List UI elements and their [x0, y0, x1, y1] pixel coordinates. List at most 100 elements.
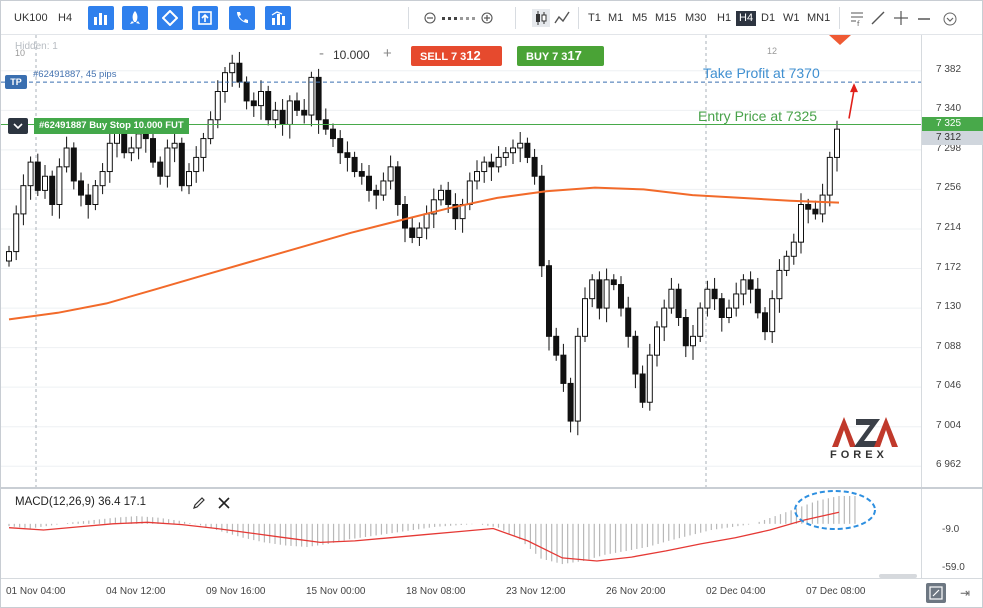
- lot-size-value[interactable]: 10.000: [333, 48, 370, 62]
- candle: [222, 67, 228, 103]
- macd-axis-label: -59.0: [942, 562, 965, 574]
- entry-price-annotation: Entry Price at 7325: [698, 108, 818, 124]
- sell-price-small: 7 3: [450, 51, 467, 63]
- candle: [193, 146, 200, 183]
- candle: [718, 293, 725, 332]
- stats-button[interactable]: [265, 6, 291, 30]
- price-axis[interactable]: 7 382 7 340 7 298 7 256 7 214 7 172 7 130 7 088…: [921, 35, 983, 487]
- candle: [366, 164, 372, 202]
- candle: [92, 180, 99, 211]
- price-axis-label: 7 088: [936, 340, 962, 352]
- candle: [416, 222, 423, 246]
- price-axis-label: 7 172: [936, 261, 962, 273]
- bar-chart-icon: [94, 13, 107, 25]
- buy-price-big: 17: [567, 48, 582, 63]
- lot-plus-button[interactable]: +: [383, 45, 392, 62]
- candle: [157, 156, 164, 185]
- candle: [726, 299, 732, 324]
- candle: [452, 193, 459, 230]
- candle: [546, 260, 552, 351]
- candle: [488, 153, 495, 181]
- candle: [128, 136, 135, 162]
- phone-button[interactable]: [229, 6, 255, 30]
- lot-minus-button[interactable]: -: [319, 45, 324, 62]
- price-axis-label: 7 046: [936, 380, 962, 392]
- scale-icon[interactable]: [918, 15, 930, 23]
- candle: [20, 174, 27, 226]
- candle: [200, 132, 207, 172]
- chevron-down-icon[interactable]: [943, 12, 957, 26]
- entry-price-tag: 7 325: [922, 117, 983, 132]
- price-axis-label: 7 340: [936, 103, 962, 115]
- bar-chart-button[interactable]: [88, 6, 114, 30]
- buy-button[interactable]: BUY 7 317: [517, 46, 604, 66]
- price-axis-label: 6 962: [936, 459, 962, 471]
- buy-label: BUY: [526, 51, 550, 63]
- candle: [301, 99, 308, 124]
- take-profit-tag[interactable]: TP: [5, 75, 27, 89]
- crosshair-icon[interactable]: [894, 11, 908, 25]
- candle: [596, 271, 603, 320]
- candle: [553, 327, 560, 361]
- timeframe-d1[interactable]: D1: [761, 12, 775, 24]
- timeframe-m30[interactable]: M30: [685, 12, 706, 24]
- timeframe-h1[interactable]: H1: [717, 12, 731, 24]
- sell-price-big: 12: [466, 48, 481, 63]
- timeframe-t1[interactable]: T1: [588, 12, 601, 24]
- candle: [733, 282, 740, 317]
- pencil-icon[interactable]: [192, 496, 206, 510]
- timeframe-mn1[interactable]: MN1: [807, 12, 830, 24]
- price-chart[interactable]: [1, 35, 921, 487]
- price-axis-label: 7 214: [936, 221, 962, 233]
- indicators-icon[interactable]: f: [850, 11, 864, 27]
- candle: [661, 299, 668, 342]
- candle: [574, 327, 581, 436]
- close-icon[interactable]: [217, 496, 231, 510]
- candle: [776, 259, 783, 313]
- timeframe-m5[interactable]: M5: [632, 12, 647, 24]
- diamond-button[interactable]: [157, 6, 183, 30]
- arrow-head: [850, 83, 858, 93]
- price-axis-label: 7 004: [936, 419, 962, 431]
- timeframe-m15[interactable]: M15: [655, 12, 676, 24]
- toolbar-separator: [578, 7, 579, 29]
- time-axis-label: 23 Nov 12:00: [506, 586, 566, 597]
- timeframe-m1[interactable]: M1: [608, 12, 623, 24]
- sell-button[interactable]: SELL 7 312: [411, 46, 502, 66]
- export-button[interactable]: [192, 6, 218, 30]
- candle: [423, 205, 430, 240]
- timeframe-label[interactable]: H4: [58, 12, 72, 24]
- candle: [330, 123, 336, 148]
- candle: [286, 95, 293, 139]
- current-price-tag: 7 312: [922, 130, 983, 145]
- candle: [474, 160, 480, 190]
- symbol-label[interactable]: UK100: [14, 12, 48, 24]
- candles-icon[interactable]: [532, 9, 550, 27]
- candle: [308, 71, 315, 127]
- candle: [258, 80, 264, 120]
- toolbar-separator: [515, 7, 516, 29]
- export-icon: [198, 11, 212, 25]
- candle: [812, 200, 819, 220]
- line-chart-icon[interactable]: [554, 10, 570, 26]
- timeframe-h4[interactable]: H4: [736, 11, 757, 26]
- pending-order-label[interactable]: #62491887 Buy Stop 10.000 FUT: [34, 118, 189, 134]
- macd-axis[interactable]: -9.0 -59.0: [921, 489, 982, 578]
- zoom-slider[interactable]: [442, 17, 478, 20]
- candle: [164, 139, 171, 188]
- candle: [49, 170, 56, 216]
- candle: [668, 277, 675, 314]
- diamond-icon: [162, 10, 178, 26]
- candle: [538, 164, 545, 278]
- time-axis[interactable]: 01 Nov 04:00 04 Nov 12:00 09 Nov 16:00 15 N…: [1, 578, 982, 607]
- autoscroll-button[interactable]: [926, 583, 946, 603]
- draw-line-icon[interactable]: [871, 11, 885, 25]
- candle: [63, 136, 70, 173]
- zoom-out-icon[interactable]: [424, 12, 436, 24]
- candle: [582, 287, 588, 342]
- zoom-in-icon[interactable]: [481, 12, 493, 24]
- order-menu-button[interactable]: [8, 118, 28, 134]
- scroll-end-icon[interactable]: ⇥: [960, 586, 970, 600]
- timeframe-w1[interactable]: W1: [783, 12, 800, 24]
- rocket-button[interactable]: [122, 6, 148, 30]
